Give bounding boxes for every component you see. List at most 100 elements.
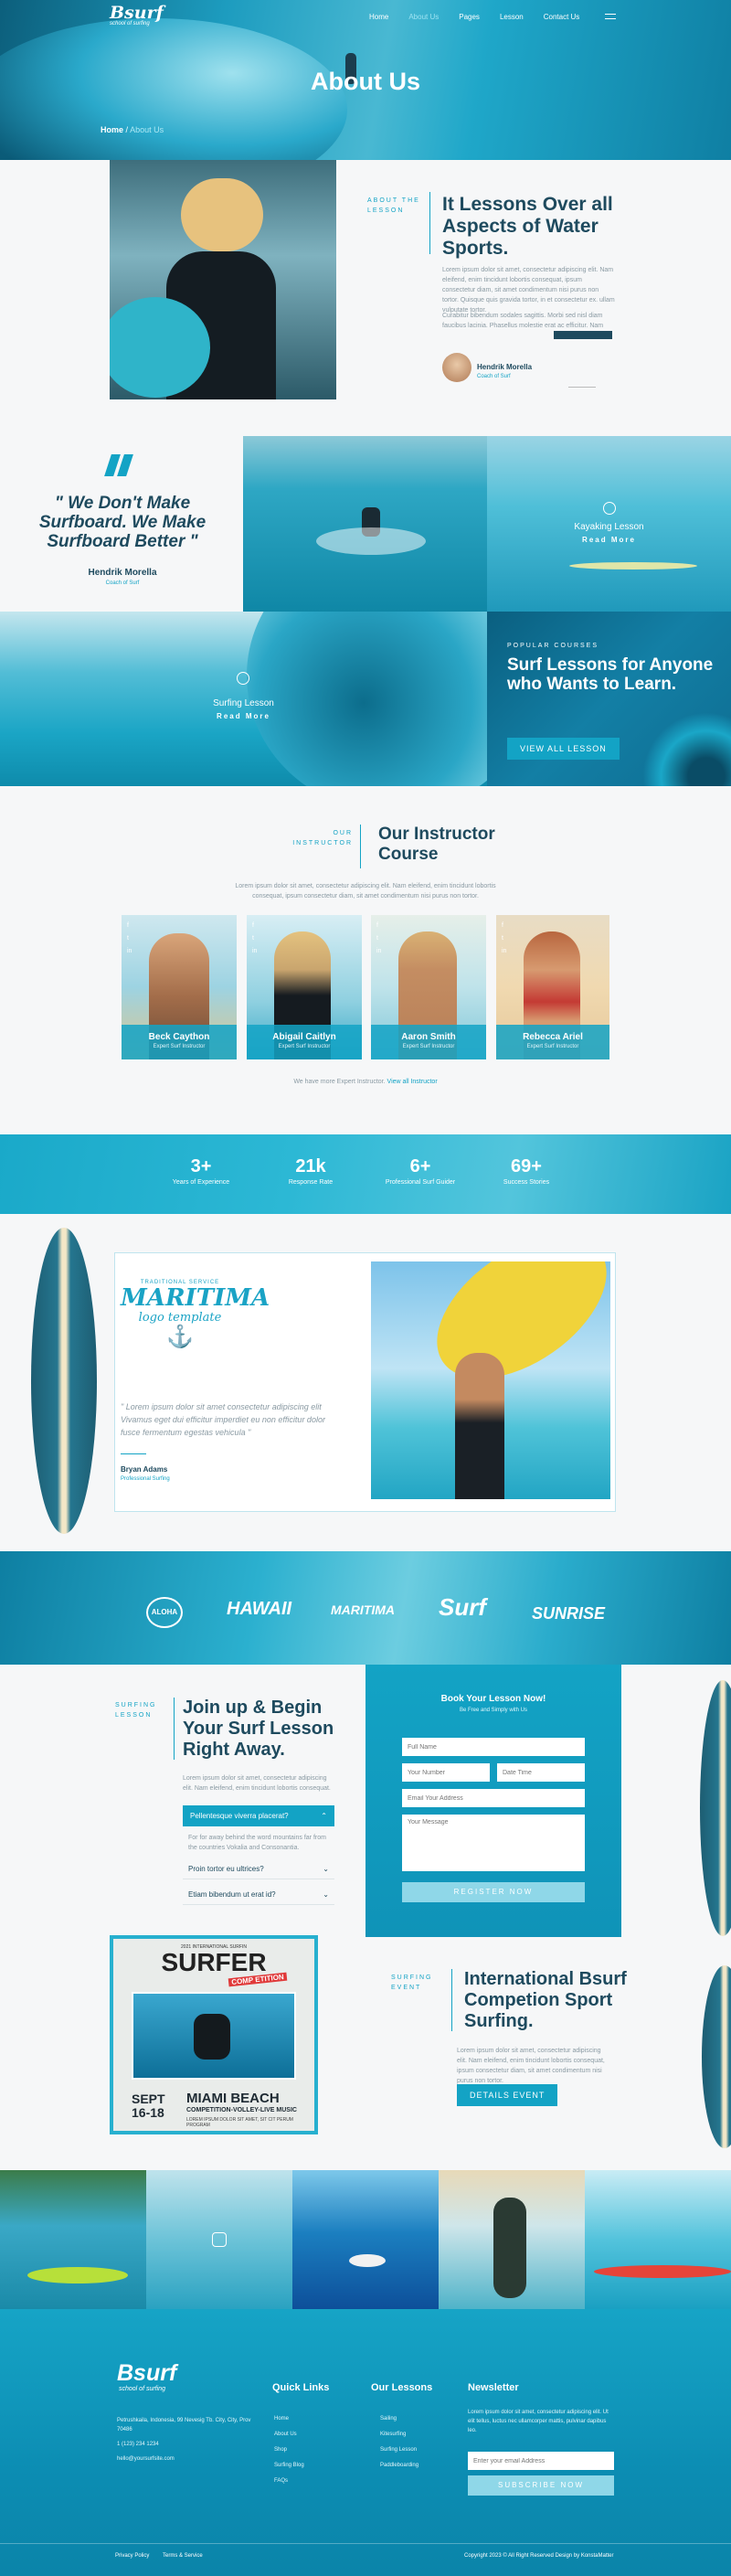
linkedin-icon[interactable]: in	[252, 948, 260, 954]
instructor-desc: Lorem ipsum dolor sit amet, consectetur …	[235, 883, 496, 899]
kayak-tile-more[interactable]: Read More	[487, 536, 731, 544]
accordion-item-open[interactable]: Pellentesque viverra placerat? ⌃	[183, 1805, 334, 1826]
about-author-role: Coach of Surf	[477, 374, 511, 379]
breadcrumb-current: About Us	[130, 125, 164, 134]
about-divider	[429, 192, 430, 254]
surfing-tile[interactable]: Surfing Lesson Read More	[0, 612, 487, 786]
facebook-icon[interactable]: f	[376, 922, 384, 929]
facebook-icon[interactable]: f	[502, 922, 509, 929]
gallery-photo[interactable]	[0, 2170, 146, 2309]
twitter-icon[interactable]: t	[127, 935, 134, 942]
full-name-input[interactable]	[402, 1738, 585, 1756]
instructor-role: Expert Surf Instructor	[153, 1044, 206, 1049]
accordion-item[interactable]: Etiam bibendum ut erat id? ⌄	[183, 1885, 334, 1905]
footer-brand-name[interactable]: Bsurf	[117, 2360, 176, 2387]
poster-surfer-shape	[194, 2014, 230, 2060]
testimonial-underline	[121, 1453, 146, 1454]
instructor-caption: Abigail Caitlyn Expert Surf Instructor	[247, 1025, 362, 1059]
event-poster: 2021 INTERNATIONAL SURFIN SURFER COMP ET…	[110, 1935, 318, 2134]
footer-link[interactable]: FAQs	[274, 2474, 304, 2489]
stat-label: Response Rate	[288, 1179, 334, 1186]
footer-link[interactable]: Home	[274, 2411, 304, 2427]
stat-label: Professional Surf Guider	[385, 1179, 456, 1186]
poster-place: MIAMI BEACH	[186, 2091, 280, 2106]
instructor-card[interactable]: f t in Abigail Caitlyn Expert Surf Instr…	[247, 915, 362, 1059]
linkedin-icon[interactable]: in	[502, 948, 509, 954]
join-divider	[174, 1698, 175, 1760]
stat-value: 69+	[511, 1156, 542, 1176]
instructor-footer: We have more Expert Instructor. View all…	[0, 1079, 731, 1085]
kitesurf-tile[interactable]	[243, 436, 487, 612]
gallery-photo[interactable]	[439, 2170, 585, 2309]
instructor-card[interactable]: f t in Aaron Smith Expert Surf Instructo…	[371, 915, 486, 1059]
register-now-button[interactable]: REGISTER NOW	[402, 1882, 585, 1902]
instructor-role: Expert Surf Instructor	[402, 1044, 455, 1049]
brand-name: Bsurf	[110, 3, 164, 23]
lessons-list: Sailing Kitesurfing Surfing Lesson Paddl…	[380, 2411, 418, 2474]
footer-link[interactable]: Surfing Blog	[274, 2458, 304, 2474]
phone-input[interactable]	[402, 1763, 490, 1782]
nav-home[interactable]: Home	[369, 13, 388, 21]
booking-sub: Be Free and Simply with Us	[459, 1708, 528, 1713]
facebook-icon[interactable]: f	[252, 922, 260, 929]
hero-title: About Us	[311, 68, 420, 95]
logo[interactable]: Bsurf school of surfing	[110, 5, 164, 27]
menu-icon[interactable]	[605, 14, 616, 19]
poster-line1: COMPETITION-VOLLEY-LIVE MUSIC	[186, 2107, 297, 2113]
facebook-icon[interactable]: f	[127, 922, 134, 929]
gallery-photo[interactable]	[585, 2170, 731, 2309]
newsletter-email-input[interactable]	[468, 2452, 614, 2470]
details-event-button[interactable]: DETAILS EVENT	[457, 2084, 558, 2106]
footer-email[interactable]: hello@yoursurfsite.com	[117, 2456, 175, 2462]
gallery-photo[interactable]	[146, 2170, 292, 2309]
instructor-card[interactable]: f t in Rebecca Ariel Expert Surf Instruc…	[496, 915, 609, 1059]
about-photo	[110, 160, 336, 399]
footer-link[interactable]: About Us	[274, 2427, 304, 2443]
anchor-icon: ⚓	[166, 1325, 194, 1349]
quick-links-list: Home About Us Shop Surfing Blog FAQs	[274, 2411, 304, 2489]
quote-text: " We Don't Make Surfboard. We Make Surfb…	[38, 494, 207, 551]
subscribe-now-button[interactable]: SUBSCRIBE NOW	[468, 2475, 614, 2496]
quote-mark	[104, 452, 133, 478]
accordion-question: Etiam bibendum ut erat id?	[188, 1890, 276, 1899]
maritima-logo: TRADITIONAL SERVICE MARITIMA logo templa…	[121, 1280, 270, 1380]
nav-contact[interactable]: Contact Us	[544, 13, 580, 21]
privacy-policy-link[interactable]: Privacy Policy	[115, 2553, 149, 2559]
linkedin-icon[interactable]: in	[376, 948, 384, 954]
kayak-tile[interactable]: Kayaking Lesson Read More	[487, 436, 731, 612]
twitter-icon[interactable]: t	[502, 935, 509, 942]
date-input[interactable]	[497, 1763, 585, 1782]
instructor-footer-text: We have more Expert Instructor.	[293, 1079, 386, 1085]
surfing-tile-more[interactable]: Read More	[183, 712, 304, 720]
nav-about[interactable]: About Us	[408, 13, 439, 21]
copyright: Copyright 2023 © All Right Reserved Desi…	[464, 2553, 614, 2559]
footer-link[interactable]: Surfing Lesson	[380, 2443, 418, 2458]
gallery-photo[interactable]	[292, 2170, 439, 2309]
surfboard-decoration	[31, 1228, 97, 1534]
twitter-icon[interactable]: t	[252, 935, 260, 942]
footer-link[interactable]: Paddleboarding	[380, 2458, 418, 2474]
email-input[interactable]	[402, 1789, 585, 1807]
footer-link[interactable]: Kitesurfing	[380, 2427, 418, 2443]
surf-icon	[237, 672, 249, 685]
footer-link[interactable]: Sailing	[380, 2411, 418, 2427]
accordion-item[interactable]: Proin tortor eu ultrices? ⌄	[183, 1859, 334, 1879]
linkedin-icon[interactable]: in	[127, 948, 134, 954]
twitter-icon[interactable]: t	[376, 935, 384, 942]
breadcrumb-home[interactable]: Home	[101, 125, 123, 134]
header: Bsurf school of surfing Home About Us Pa…	[0, 0, 731, 38]
brand-logo-surf: Surf	[439, 1593, 486, 1621]
testimonial-role: Professional Surfing	[121, 1476, 170, 1482]
nav-pages[interactable]: Pages	[459, 13, 480, 21]
view-all-lesson-button[interactable]: VIEW ALL LESSON	[507, 738, 620, 760]
instructor-card[interactable]: f t in Beck Caython Expert Surf Instruct…	[122, 915, 237, 1059]
footer-link[interactable]: Shop	[274, 2443, 304, 2458]
terms-link[interactable]: Terms & Service	[163, 2553, 203, 2559]
message-textarea[interactable]	[402, 1815, 585, 1871]
footer-brand-tagline: school of surfing	[119, 2386, 165, 2392]
view-all-instructor-link[interactable]: View all Instructor	[387, 1079, 438, 1085]
brand-logo-hawaii: HAWAII	[227, 1599, 292, 1619]
footer: Bsurf school of surfing Petrushkaila, In…	[0, 2309, 731, 2576]
instructor-name: Beck Caython	[148, 1032, 210, 1042]
nav-lesson[interactable]: Lesson	[500, 13, 524, 21]
